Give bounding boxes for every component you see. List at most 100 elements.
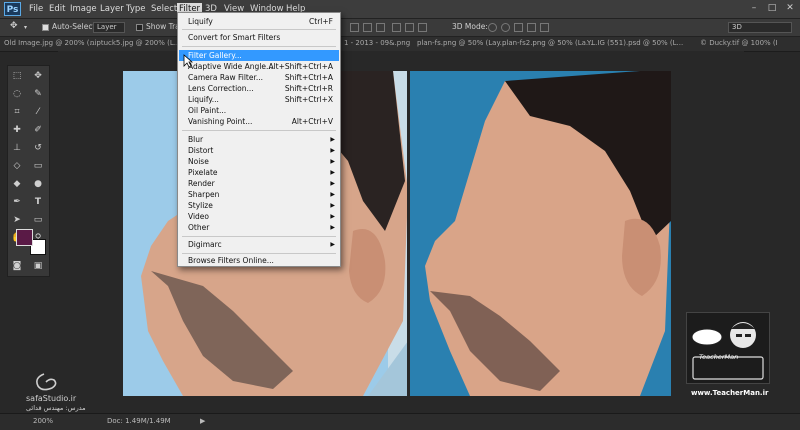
menu-item-convert-smart-filters[interactable]: Convert for Smart Filters xyxy=(179,32,339,43)
menu-item-last-filter[interactable]: Liquify Ctrl+F xyxy=(179,16,339,27)
align-right-icon[interactable] xyxy=(418,23,427,32)
tab-plan-fs2[interactable]: plan-fs2.png @ 50% (La... xyxy=(502,39,593,47)
align-center-icon[interactable] xyxy=(405,23,414,32)
teacherman-brand: TeacherMan xyxy=(699,353,739,361)
slide-3d-icon[interactable] xyxy=(527,23,536,32)
tab-plan-fs[interactable]: plan-fs.png @ 50% (Lay... xyxy=(417,39,506,47)
menu-layer[interactable]: Layer xyxy=(98,3,126,16)
tab-old-image[interactable]: Old Image.jpg @ 200% (... xyxy=(4,39,96,47)
instructor-credit: مدرس: مهندس قدائی xyxy=(26,404,86,412)
menu-edit[interactable]: Edit xyxy=(47,3,67,16)
options-bar: ✥ ▾ Auto-Select: Layer Show Tran 3D Mode… xyxy=(0,19,800,37)
quick-mask-icon[interactable]: ◙ xyxy=(11,260,23,272)
menu-item-stylize[interactable]: Stylize ▶ xyxy=(179,200,339,211)
eyedropper-tool-icon[interactable]: ⁄ xyxy=(32,106,44,118)
menu-item-lens-correction[interactable]: Lens Correction... Shift+Ctrl+R xyxy=(179,83,339,94)
healing-brush-icon[interactable]: ✚ xyxy=(11,124,23,136)
menu-item-distort[interactable]: Distort ▶ xyxy=(179,145,339,156)
menu-item-liquify[interactable]: Liquify... Shift+Ctrl+X xyxy=(179,94,339,105)
submenu-arrow-icon: ▶ xyxy=(330,169,335,176)
submenu-arrow-icon: ▶ xyxy=(330,224,335,231)
safastudio-logo xyxy=(26,372,86,394)
menu-separator xyxy=(182,130,336,131)
submenu-arrow-icon: ▶ xyxy=(330,136,335,143)
scale-3d-icon[interactable] xyxy=(540,23,549,32)
eraser-tool-icon[interactable]: ◇ xyxy=(11,160,23,172)
align-top-icon[interactable] xyxy=(350,23,359,32)
history-brush-icon[interactable]: ↺ xyxy=(32,142,44,154)
menu-item-other[interactable]: Other ▶ xyxy=(179,222,339,233)
menu-type[interactable]: Type xyxy=(124,3,148,16)
menu-image[interactable]: Image xyxy=(68,3,99,16)
crop-tool-icon[interactable]: ⌗ xyxy=(11,106,23,118)
move-tool-icon[interactable]: ✥ xyxy=(10,21,18,31)
menu-item-render[interactable]: Render ▶ xyxy=(179,178,339,189)
menu-file[interactable]: File xyxy=(27,3,45,16)
status-arrow-icon[interactable]: ▶ xyxy=(200,417,205,425)
status-bar: 200% Doc: 1.49M/1.49M ▶ xyxy=(0,413,800,430)
filter-menu-dropdown: Liquify Ctrl+F Convert for Smart Filters … xyxy=(177,12,341,267)
align-bottom-icon[interactable] xyxy=(376,23,385,32)
drag-3d-icon[interactable] xyxy=(514,23,523,32)
safastudio-site: safaStudio.ir xyxy=(26,394,77,403)
workspace-dropdown[interactable]: 3D xyxy=(728,22,792,33)
type-tool-icon[interactable]: T xyxy=(32,196,44,208)
move-tool-button-icon[interactable]: ✥ xyxy=(32,70,44,82)
align-left-icon[interactable] xyxy=(392,23,401,32)
pen-tool-icon[interactable]: ✒ xyxy=(11,196,23,208)
menu-separator xyxy=(182,46,336,47)
teacherman-logo: TeacherMan xyxy=(686,312,770,384)
menu-item-blur[interactable]: Blur ▶ xyxy=(179,134,339,145)
menu-separator xyxy=(182,29,336,30)
menu-item-vanishing-point[interactable]: Vanishing Point... Alt+Ctrl+V xyxy=(179,116,339,127)
teacherman-site: www.TeacherMan.ir xyxy=(691,389,769,397)
dodge-tool-icon[interactable]: ● xyxy=(32,178,44,190)
menu-select[interactable]: Select xyxy=(149,3,179,16)
tab-2013[interactable]: 1 - 2013 - 09&.png xyxy=(344,39,410,47)
document-size: Doc: 1.49M/1.49M xyxy=(107,417,171,425)
roll-3d-icon[interactable] xyxy=(501,23,510,32)
submenu-arrow-icon: ▶ xyxy=(330,213,335,220)
tool-preset-arrow-icon[interactable]: ▾ xyxy=(24,24,27,31)
quick-select-tool-icon[interactable]: ✎ xyxy=(32,88,44,100)
auto-select-dropdown[interactable]: Layer xyxy=(93,22,125,33)
menu-item-camera-raw[interactable]: Camera Raw Filter... Shift+Ctrl+A xyxy=(179,72,339,83)
menu-item-pixelate[interactable]: Pixelate ▶ xyxy=(179,167,339,178)
shape-tool-icon[interactable]: ▭ xyxy=(32,214,44,226)
profile-after-illustration xyxy=(410,71,671,396)
screen-mode-icon[interactable]: ▣ xyxy=(32,260,44,272)
menu-item-adaptive-wide-angle[interactable]: Adaptive Wide Angle... Alt+Shift+Ctrl+A xyxy=(179,61,339,72)
auto-select-checkbox[interactable] xyxy=(42,24,49,31)
submenu-arrow-icon: ▶ xyxy=(330,147,335,154)
teacherman-caricature-icon xyxy=(691,322,764,380)
document-tab-bar: Old Image.jpg @ 200% (... niptuck5.jpg @… xyxy=(0,37,800,52)
close-button[interactable]: ✕ xyxy=(782,2,798,15)
menu-item-filter-gallery[interactable]: Filter Gallery... xyxy=(179,50,339,61)
tab-ducky[interactable]: © Ducky.tif @ 100% (I xyxy=(700,39,778,47)
path-select-icon[interactable]: ➤ xyxy=(11,214,23,226)
align-middle-icon[interactable] xyxy=(363,23,372,32)
menu-item-noise[interactable]: Noise ▶ xyxy=(179,156,339,167)
lasso-tool-icon[interactable]: ◌ xyxy=(11,88,23,100)
tab-yl-ig[interactable]: YL.IG (551).psd @ 50% (L... xyxy=(587,39,683,47)
brush-tool-icon[interactable]: ✐ xyxy=(32,124,44,136)
blur-tool-icon[interactable]: ◆ xyxy=(11,178,23,190)
show-transform-checkbox[interactable] xyxy=(136,24,143,31)
menu-item-browse-filters-online[interactable]: Browse Filters Online... xyxy=(179,255,339,266)
tab-niptuck5[interactable]: niptuck5.jpg @ 200% (L... xyxy=(90,39,180,47)
menu-item-oil-paint[interactable]: Oil Paint... xyxy=(179,105,339,116)
orbit-3d-icon[interactable] xyxy=(488,23,497,32)
minimize-button[interactable]: – xyxy=(746,2,762,15)
tools-panel: ⬚ ✥ ◌ ✎ ⌗ ⁄ ✚ ✐ ⊥ ↺ ◇ ▭ ◆ ● ✒ T ➤ ▭ ✋ ⚲ … xyxy=(7,65,50,277)
menu-item-video[interactable]: Video ▶ xyxy=(179,211,339,222)
zoom-level[interactable]: 200% xyxy=(33,417,53,425)
maximize-button[interactable]: □ xyxy=(764,2,780,15)
gradient-tool-icon[interactable]: ▭ xyxy=(32,160,44,172)
auto-select-label: Auto-Select: xyxy=(52,22,98,31)
marquee-tool-icon[interactable]: ⬚ xyxy=(11,70,23,82)
menu-item-digimarc[interactable]: Digimarc ▶ xyxy=(179,239,339,250)
foreground-color-swatch[interactable] xyxy=(16,229,33,246)
clone-stamp-icon[interactable]: ⊥ xyxy=(11,142,23,154)
menu-item-sharpen[interactable]: Sharpen ▶ xyxy=(179,189,339,200)
mode-label: 3D Mode: xyxy=(452,22,488,31)
